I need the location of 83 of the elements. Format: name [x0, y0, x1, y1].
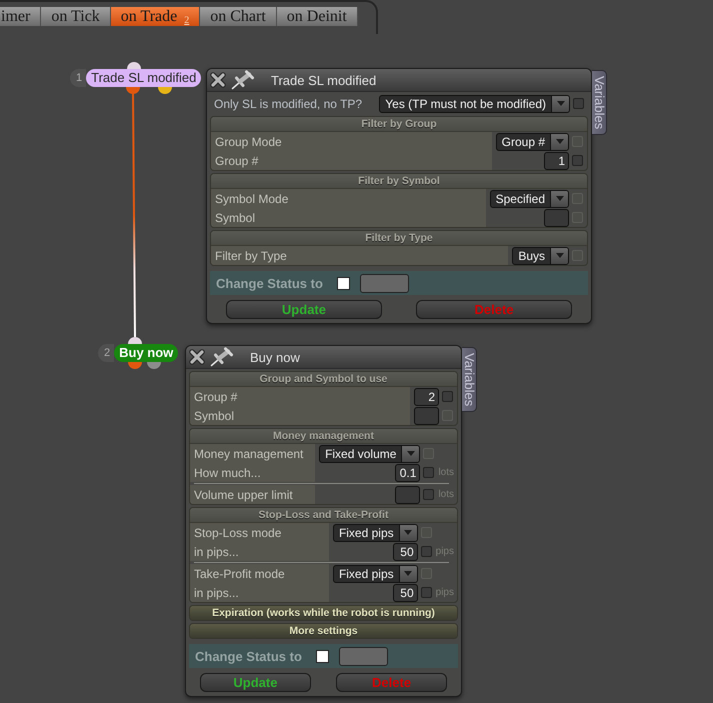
caret-icon: [401, 446, 420, 462]
checkbox[interactable]: [573, 98, 584, 109]
dropdown[interactable]: Group #: [496, 132, 569, 150]
checkbox[interactable]: [420, 587, 432, 598]
dropdown[interactable]: Yes (TP must not be modified): [379, 94, 570, 112]
checkbox[interactable]: [572, 155, 583, 166]
node-label[interactable]: Buy now: [114, 344, 178, 362]
field-label: Volume upper limit: [194, 488, 293, 502]
dropdown[interactable]: Fixed pips: [332, 524, 418, 542]
dropdown[interactable]: Buys: [512, 246, 569, 264]
status-checkbox[interactable]: [316, 650, 329, 662]
field-label: Only SL is modified, no TP?: [214, 96, 362, 110]
input-port-icon[interactable]: [127, 62, 141, 69]
tab[interactable]: on Tick: [41, 7, 111, 26]
checkbox[interactable]: [420, 546, 432, 557]
input-field[interactable]: 2: [414, 388, 439, 406]
section-header[interactable]: Filter by Symbol: [211, 174, 587, 189]
field-label: in pips...: [194, 544, 239, 558]
caret-icon: [550, 190, 568, 206]
caret-icon: [550, 248, 568, 264]
input-field[interactable]: [414, 406, 439, 424]
output-port-icon[interactable]: [126, 87, 140, 94]
checkbox[interactable]: [423, 489, 434, 500]
field-label: Group #: [215, 154, 258, 168]
status-label: Change Status to: [216, 276, 323, 290]
tab[interactable]: on Chart: [200, 7, 277, 26]
input-field[interactable]: [395, 486, 420, 504]
output-port-icon[interactable]: [158, 87, 172, 94]
output-port-icon[interactable]: [147, 362, 161, 369]
dropdown[interactable]: Specified: [490, 190, 569, 208]
caret-icon: [398, 524, 417, 540]
node-number: 1: [70, 69, 86, 87]
section-header[interactable]: Money management: [190, 429, 457, 444]
status-label: Change Status to: [195, 648, 302, 664]
section-header[interactable]: Filter by Type: [211, 231, 587, 246]
field-label: Stop-Loss mode: [194, 526, 282, 540]
input-port-icon[interactable]: [128, 337, 142, 344]
section-header[interactable]: Expiration (works while the robot is running): [190, 606, 457, 620]
variables-tab[interactable]: Variables: [592, 70, 607, 136]
variables-tab[interactable]: Variables: [462, 347, 477, 412]
field-label: Symbol: [194, 408, 234, 422]
input-field[interactable]: 50: [392, 584, 418, 602]
checkbox[interactable]: [423, 467, 434, 478]
field-label: Group Mode: [215, 134, 282, 148]
node-label[interactable]: Trade SL modified: [86, 69, 202, 87]
caret-icon: [398, 566, 417, 582]
tab[interactable]: on Trade $_{2}$: [110, 7, 200, 26]
field-label: Group #: [194, 390, 238, 404]
close-icon[interactable]: [189, 349, 205, 365]
field-label: Symbol Mode: [215, 192, 288, 206]
output-port-icon[interactable]: [128, 362, 142, 369]
checkbox[interactable]: [442, 391, 453, 402]
caret-icon: [550, 134, 568, 150]
section-header[interactable]: More settings: [190, 624, 457, 638]
status-field[interactable]: [338, 646, 388, 666]
node-number: 2: [98, 344, 114, 362]
tab[interactable]: on Deinit: [276, 7, 358, 26]
input-field[interactable]: 0.1: [395, 464, 420, 482]
update-button[interactable]: Update: [226, 300, 382, 319]
section-header[interactable]: Stop-Loss and Take-Profit: [190, 508, 457, 523]
status-checkbox[interactable]: [336, 276, 350, 290]
section-header[interactable]: Group and Symbol to use: [190, 372, 457, 387]
input-field[interactable]: 50: [392, 542, 418, 560]
panel-title: Buy now: [250, 350, 300, 364]
input-field[interactable]: [544, 208, 569, 226]
field-label: Take-Profit mode: [194, 566, 285, 580]
caret-icon: [551, 96, 569, 112]
pushpin-icon[interactable]: [231, 70, 255, 90]
section-header[interactable]: Filter by Group: [211, 117, 587, 132]
tab[interactable]: imer: [0, 7, 42, 26]
field-label: Filter by Type: [215, 248, 287, 262]
dropdown[interactable]: Fixed volume: [319, 444, 420, 462]
status-field[interactable]: [360, 274, 409, 292]
field-label: Money management: [194, 446, 304, 460]
input-field[interactable]: 1: [544, 152, 569, 170]
panel-title: Trade SL modified: [271, 72, 376, 88]
close-icon[interactable]: [210, 72, 226, 88]
field-label: How much...: [194, 466, 261, 480]
field-label: in pips...: [194, 586, 239, 600]
field-label: Symbol: [215, 210, 256, 224]
update-button[interactable]: Update: [200, 673, 312, 692]
dropdown[interactable]: Fixed pips: [332, 564, 418, 582]
pushpin-icon[interactable]: [210, 347, 234, 367]
